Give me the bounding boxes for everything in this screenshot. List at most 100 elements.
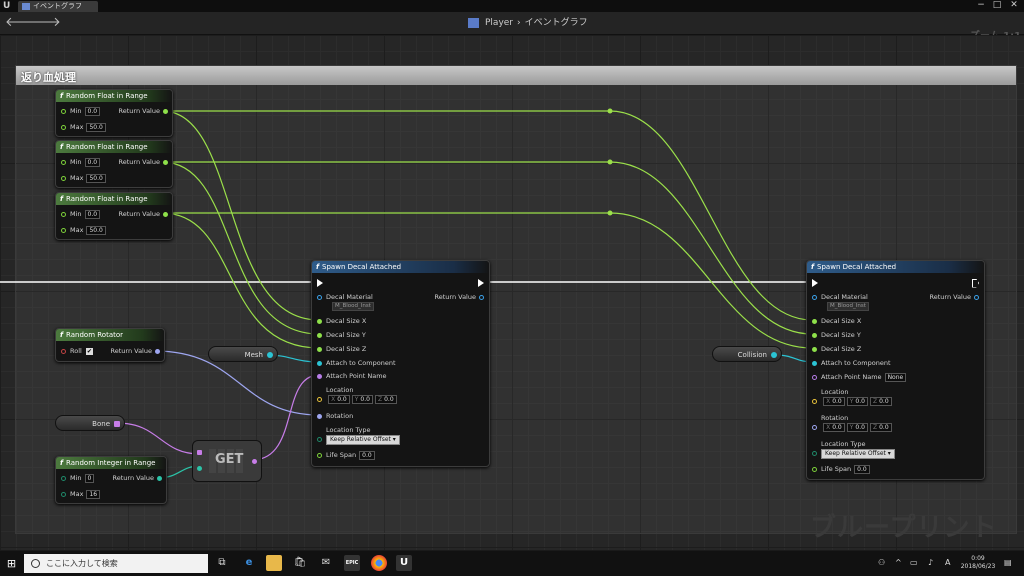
tray-expand-icon[interactable]: ^ bbox=[895, 558, 902, 567]
material-selector[interactable]: M_Blood_Inst bbox=[332, 302, 374, 311]
mail-icon[interactable]: ✉ bbox=[318, 555, 334, 571]
rotation-x-input[interactable]: X 0.0 bbox=[823, 423, 845, 432]
store-icon[interactable]: 🛍 bbox=[292, 555, 308, 571]
chrome-icon[interactable] bbox=[371, 555, 387, 571]
file-explorer-icon[interactable] bbox=[266, 555, 282, 571]
close-button[interactable]: ✕ bbox=[1007, 0, 1021, 11]
node-header[interactable]: f Random Float in Range bbox=[56, 141, 172, 153]
collision-variable-node[interactable]: Collision bbox=[712, 346, 782, 362]
min-input[interactable]: 0 bbox=[84, 473, 95, 483]
rotation-z-input[interactable]: Z 0.0 bbox=[869, 423, 892, 432]
node-header[interactable]: f Spawn Decal Attached bbox=[312, 261, 489, 273]
epic-launcher-icon[interactable]: EPIC bbox=[344, 555, 360, 571]
max-pin-icon[interactable] bbox=[61, 124, 66, 130]
forward-arrow-icon[interactable]: 🡒 bbox=[26, 16, 61, 30]
material-pin-icon[interactable] bbox=[317, 294, 322, 300]
size-x-pin-icon[interactable] bbox=[317, 318, 322, 324]
min-input[interactable]: 0.0 bbox=[84, 209, 101, 219]
max-input[interactable]: 50.0 bbox=[86, 122, 106, 132]
location-type-pin-icon[interactable] bbox=[812, 450, 817, 456]
node-header[interactable]: f Random Float in Range bbox=[56, 193, 172, 205]
min-input[interactable]: 0.0 bbox=[84, 106, 101, 116]
graph-canvas[interactable]: 返り血処理 f Random Float in Range Min 0.0 Max 5… bbox=[0, 35, 1024, 550]
location-pin-icon[interactable] bbox=[317, 396, 322, 402]
node-header[interactable]: f Random Integer in Range bbox=[56, 457, 166, 469]
location-z-input[interactable]: Z 0.0 bbox=[869, 397, 892, 406]
name-array-pin-icon[interactable] bbox=[114, 421, 120, 427]
component-pin-icon[interactable] bbox=[812, 360, 817, 366]
random-integer-node[interactable]: f Random Integer in Range Min 0 Max 16 Retu… bbox=[55, 456, 167, 504]
tab-event-graph[interactable]: イベントグラフ bbox=[18, 1, 98, 12]
bone-variable-node[interactable]: Bone bbox=[55, 415, 125, 431]
location-y-input[interactable]: Y 0.0 bbox=[351, 395, 373, 404]
attach-point-input[interactable]: None bbox=[884, 372, 907, 382]
size-x-pin-icon[interactable] bbox=[812, 318, 817, 324]
max-pin-icon[interactable] bbox=[61, 491, 66, 497]
roll-pin-icon[interactable] bbox=[61, 348, 66, 354]
return-pin-icon[interactable] bbox=[163, 108, 168, 114]
size-z-pin-icon[interactable] bbox=[317, 346, 322, 352]
min-input[interactable]: 0.0 bbox=[84, 157, 101, 167]
life-span-pin-icon[interactable] bbox=[317, 452, 322, 458]
location-type-pin-icon[interactable] bbox=[317, 436, 322, 442]
rotation-y-input[interactable]: Y 0.0 bbox=[846, 423, 868, 432]
network-icon[interactable]: ▭ bbox=[910, 558, 918, 567]
material-pin-icon[interactable] bbox=[812, 294, 817, 300]
return-pin-icon[interactable] bbox=[157, 475, 162, 481]
max-pin-icon[interactable] bbox=[61, 227, 66, 233]
random-rotator-node[interactable]: f Random Rotator Roll ✔ Return Value bbox=[55, 328, 165, 362]
minimize-button[interactable]: − bbox=[974, 0, 988, 11]
people-icon[interactable]: ⚇ bbox=[878, 558, 885, 567]
random-float-node-2[interactable]: f Random Float in Range Min 0.0 Max 50.0 Re… bbox=[55, 140, 173, 188]
location-x-input[interactable]: X 0.0 bbox=[823, 397, 845, 406]
node-header[interactable]: f Random Float in Range bbox=[56, 90, 172, 102]
life-span-pin-icon[interactable] bbox=[812, 466, 817, 472]
get-out-pin-icon[interactable] bbox=[252, 459, 257, 464]
return-pin-icon[interactable] bbox=[155, 348, 160, 354]
max-input[interactable]: 50.0 bbox=[86, 173, 106, 183]
node-header[interactable]: f Random Rotator bbox=[56, 329, 164, 341]
mesh-variable-node[interactable]: Mesh bbox=[208, 346, 278, 362]
object-pin-icon[interactable] bbox=[267, 352, 273, 358]
node-header[interactable]: f Spawn Decal Attached bbox=[807, 261, 984, 273]
system-clock[interactable]: 0:09 2018/06/23 bbox=[960, 555, 996, 571]
volume-icon[interactable]: ♪ bbox=[928, 558, 933, 567]
min-pin-icon[interactable] bbox=[61, 211, 66, 217]
spawn-decal-node-1[interactable]: f Spawn Decal Attached Decal Material M_B… bbox=[311, 260, 490, 467]
rotation-pin-icon[interactable] bbox=[317, 413, 322, 419]
maximize-button[interactable]: □ bbox=[990, 0, 1004, 11]
task-view-icon[interactable]: ⧉ bbox=[214, 555, 230, 571]
location-y-input[interactable]: Y 0.0 bbox=[846, 397, 868, 406]
attach-point-pin-icon[interactable] bbox=[812, 374, 817, 380]
min-pin-icon[interactable] bbox=[61, 475, 66, 481]
edge-icon[interactable]: e bbox=[241, 555, 257, 571]
spawn-decal-node-2[interactable]: f Spawn Decal Attached Decal Material M_B… bbox=[806, 260, 985, 480]
size-y-pin-icon[interactable] bbox=[317, 332, 322, 338]
random-float-node-1[interactable]: f Random Float in Range Min 0.0 Max 50.0 Re… bbox=[55, 89, 173, 137]
max-pin-icon[interactable] bbox=[61, 175, 66, 181]
life-span-input[interactable]: 0.0 bbox=[359, 450, 375, 460]
life-span-input[interactable]: 0.0 bbox=[854, 464, 870, 474]
material-selector[interactable]: M_Blood_Inst bbox=[827, 302, 869, 311]
object-pin-icon[interactable] bbox=[771, 352, 777, 358]
array-in-pin-icon[interactable] bbox=[197, 450, 202, 455]
return-pin-icon[interactable] bbox=[974, 294, 979, 300]
index-pin-icon[interactable] bbox=[197, 466, 202, 471]
exec-in-pin-icon[interactable] bbox=[812, 279, 818, 287]
back-arrow-icon[interactable]: 🡐 bbox=[5, 16, 40, 30]
location-x-input[interactable]: X 0.0 bbox=[328, 395, 350, 404]
unreal-editor-icon[interactable]: U bbox=[396, 555, 412, 571]
location-type-dropdown[interactable]: Keep Relative Offset ▾ bbox=[821, 449, 895, 459]
roll-checkbox[interactable]: ✔ bbox=[85, 347, 93, 355]
windows-start-icon[interactable]: ⊞ bbox=[5, 557, 18, 570]
notification-icon[interactable]: ▤ bbox=[1004, 558, 1012, 567]
return-pin-icon[interactable] bbox=[163, 211, 168, 217]
exec-out-pin-icon[interactable] bbox=[478, 279, 484, 287]
location-pin-icon[interactable] bbox=[812, 398, 817, 404]
max-input[interactable]: 50.0 bbox=[86, 225, 106, 235]
min-pin-icon[interactable] bbox=[61, 108, 66, 114]
location-z-input[interactable]: Z 0.0 bbox=[374, 395, 397, 404]
exec-in-pin-icon[interactable] bbox=[317, 279, 323, 287]
max-input[interactable]: 16 bbox=[86, 489, 101, 499]
min-pin-icon[interactable] bbox=[61, 159, 66, 165]
